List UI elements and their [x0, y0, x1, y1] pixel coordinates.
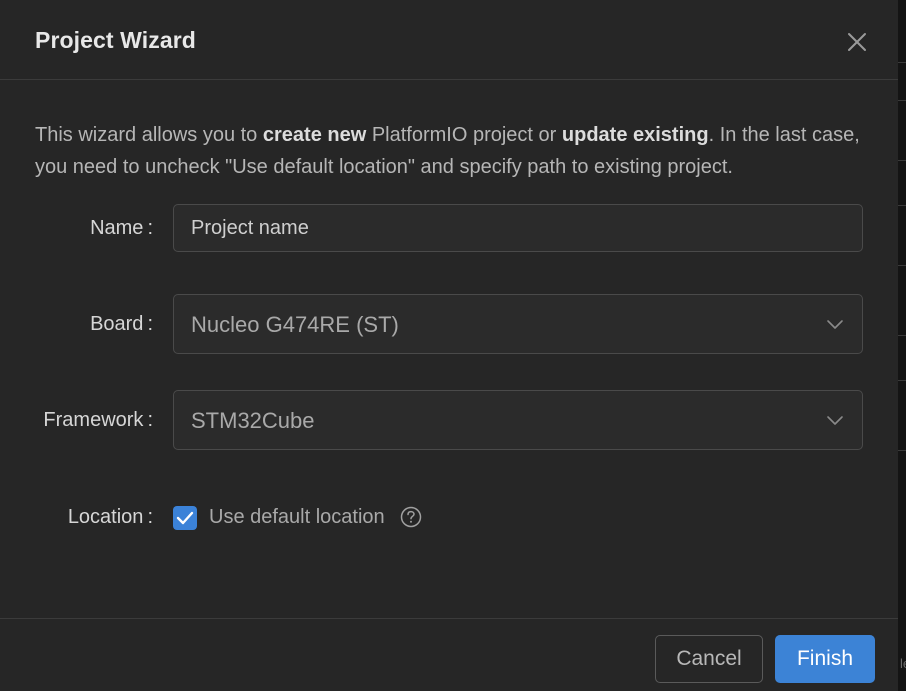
- dialog-footer: Cancel Finish: [0, 618, 898, 691]
- intro-bold-create: create new: [262, 124, 367, 146]
- label-colon: :: [147, 506, 153, 528]
- finish-button[interactable]: Finish: [775, 635, 875, 683]
- background-window-edge: le: [898, 0, 906, 691]
- background-divider: [898, 450, 906, 451]
- chevron-down-icon: [827, 416, 843, 425]
- name-label-text: Name: [90, 217, 144, 239]
- background-divider: [898, 335, 906, 336]
- use-default-location-checkbox[interactable]: [173, 506, 197, 530]
- board-select-value: Nucleo G474RE (ST): [191, 312, 399, 337]
- background-divider: [898, 380, 906, 381]
- dialog-title: Project Wizard: [35, 27, 196, 53]
- project-name-input[interactable]: [173, 204, 863, 252]
- dialog-header: Project Wizard: [0, 0, 898, 80]
- location-label: Location:: [68, 506, 153, 529]
- background-divider: [898, 62, 906, 63]
- board-label: Board:: [90, 313, 153, 336]
- cancel-button[interactable]: Cancel: [655, 635, 763, 683]
- use-default-location-label[interactable]: Use default location: [209, 506, 385, 529]
- project-wizard-dialog: Project Wizard This wizard allows you to…: [0, 0, 898, 691]
- name-label: Name:: [90, 217, 153, 240]
- intro-text: PlatformIO project or: [366, 124, 562, 146]
- framework-select[interactable]: STM32Cube: [173, 390, 863, 450]
- close-icon: [848, 33, 866, 51]
- framework-select-value: STM32Cube: [191, 408, 315, 433]
- framework-label: Framework:: [43, 409, 153, 432]
- wizard-description: This wizard allows you to create new Pla…: [35, 119, 865, 183]
- chevron-down-icon: [827, 320, 843, 329]
- board-label-text: Board: [90, 313, 144, 335]
- location-label-text: Location: [67, 506, 144, 528]
- check-icon: [176, 511, 194, 525]
- background-divider: [898, 160, 906, 161]
- label-colon: :: [147, 409, 153, 431]
- label-colon: :: [147, 313, 153, 335]
- board-select[interactable]: Nucleo G474RE (ST): [173, 294, 863, 354]
- label-colon: :: [147, 217, 153, 239]
- background-text-fragment: le: [900, 656, 906, 671]
- background-divider: [898, 265, 906, 266]
- help-icon[interactable]: [400, 506, 422, 528]
- close-button[interactable]: [843, 28, 871, 56]
- framework-label-text: Framework: [43, 409, 144, 431]
- intro-bold-update: update existing: [561, 124, 709, 146]
- background-divider: [898, 100, 906, 101]
- intro-text: This wizard allows you to: [35, 124, 263, 146]
- background-divider: [898, 205, 906, 206]
